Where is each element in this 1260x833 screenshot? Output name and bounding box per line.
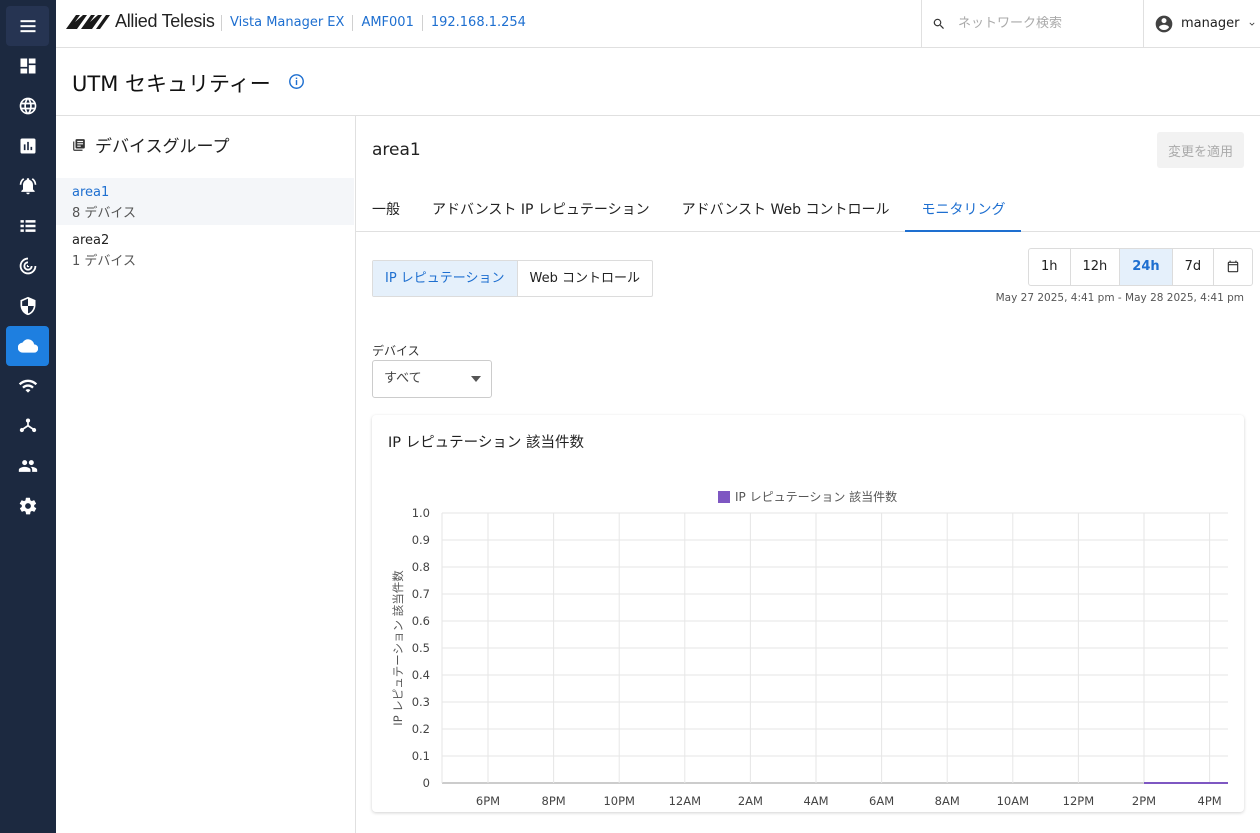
- y-axis-label: IP レピュテーション 該当件数: [391, 570, 405, 726]
- y-tick-label: 1.0: [412, 506, 430, 520]
- cloud-icon[interactable]: [6, 326, 49, 366]
- device-label: デバイス: [372, 344, 420, 358]
- dashboard-icon[interactable]: [6, 46, 49, 86]
- globe-icon[interactable]: [6, 86, 49, 126]
- group-title: area1: [372, 140, 421, 160]
- group-name: area1: [72, 185, 110, 200]
- y-tick-label: 0.7: [412, 587, 430, 601]
- y-tick-label: 0.2: [412, 722, 430, 736]
- breadcrumb-area[interactable]: AMF001: [352, 15, 421, 31]
- device-select-value: すべて: [384, 371, 422, 386]
- info-icon[interactable]: [288, 73, 305, 90]
- brand-logo[interactable]: Allied Telesis: [64, 11, 215, 32]
- page-title: UTM セキュリティー: [72, 72, 271, 96]
- chevron-down-icon: [1249, 22, 1255, 26]
- brand-name: Allied Telesis: [115, 11, 215, 31]
- search-icon: [933, 18, 944, 29]
- apply-changes-button[interactable]: 変更を適用: [1157, 132, 1244, 168]
- breadcrumb: Vista Manager EX AMF001 192.168.1.254: [221, 15, 534, 31]
- ip-reputation-chart: 1.0 0.9 0.8 0.7 0.6 0.5 0.4 0.3 0.2 0.1 0 6PM 8PM 10P…: [391, 489, 1228, 808]
- x-tick-label: 4AM: [803, 794, 828, 808]
- legend-swatch: [718, 491, 730, 503]
- y-tick-label: 0: [423, 776, 430, 790]
- chart-card-title: IP レピュテーション 該当件数: [388, 435, 584, 451]
- time-range-selector: 1h 12h 24h 7d: [1028, 248, 1254, 286]
- range-24h-button[interactable]: 24h: [1119, 249, 1172, 285]
- x-tick-label: 12AM: [669, 794, 701, 808]
- menu-icon[interactable]: [6, 6, 49, 46]
- calendar-icon: [1227, 260, 1239, 272]
- list-icon[interactable]: [6, 206, 49, 246]
- device-group-item-area2[interactable]: area2 1 デバイス: [56, 226, 354, 273]
- group-name: area2: [72, 233, 110, 248]
- legend-label: IP レピュテーション 該当件数: [735, 489, 897, 504]
- y-tick-label: 0.4: [412, 668, 430, 682]
- y-tick-label: 0.1: [412, 749, 430, 763]
- x-tick-label: 8PM: [542, 794, 566, 808]
- ip-reputation-toggle[interactable]: IP レピュテーション: [373, 261, 518, 296]
- device-group-panel: デバイスグループ area1 8 デバイス area2 1 デバイス: [56, 116, 356, 833]
- y-tick-label: 0.5: [412, 641, 430, 655]
- range-1h-button[interactable]: 1h: [1029, 249, 1070, 285]
- tab-ip-reputation[interactable]: アドバンスト IP レピュテーション: [416, 192, 666, 232]
- x-tick-label: 8AM: [935, 794, 960, 808]
- x-tick-label: 6AM: [869, 794, 894, 808]
- monitor-type-toggle: IP レピュテーション Web コントロール: [372, 260, 654, 297]
- x-tick-label: 10AM: [997, 794, 1029, 808]
- topology-icon[interactable]: [6, 406, 49, 446]
- time-range-text: May 27 2025, 4:41 pm - May 28 2025, 4:41…: [995, 292, 1244, 304]
- network-search: [921, 0, 1143, 47]
- x-tick-label: 4PM: [1198, 794, 1222, 808]
- search-input[interactable]: [958, 16, 1138, 31]
- page-header: UTM セキュリティー: [56, 48, 1260, 116]
- y-tick-label: 0.8: [412, 560, 430, 574]
- breadcrumb-product[interactable]: Vista Manager EX: [221, 15, 352, 31]
- dropdown-arrow-icon: [471, 376, 481, 382]
- tab-general[interactable]: 一般: [356, 192, 416, 232]
- shield-icon[interactable]: [6, 286, 49, 326]
- top-header: Allied Telesis Vista Manager EX AMF001 1…: [56, 0, 1260, 48]
- x-tick-label: 12PM: [1063, 794, 1095, 808]
- range-7d-button[interactable]: 7d: [1171, 249, 1214, 285]
- chart-icon[interactable]: [6, 126, 49, 166]
- calendar-button[interactable]: [1213, 249, 1252, 285]
- device-group-title: デバイスグループ: [95, 137, 230, 157]
- library-icon: [73, 138, 85, 151]
- tab-bar: 一般 アドバンスト IP レピュテーション アドバンスト Web コントロール …: [356, 192, 1260, 232]
- x-tick-label: 10PM: [603, 794, 635, 808]
- gear-icon[interactable]: [6, 486, 49, 526]
- y-tick-label: 0.3: [412, 695, 430, 709]
- tab-monitoring[interactable]: モニタリング: [905, 192, 1022, 232]
- device-select[interactable]: すべて: [372, 360, 492, 398]
- device-group-item-area1[interactable]: area1 8 デバイス: [56, 178, 354, 225]
- users-icon[interactable]: [6, 446, 49, 486]
- breadcrumb-address[interactable]: 192.168.1.254: [421, 15, 534, 31]
- allied-telesis-mark-icon: [66, 14, 110, 29]
- tab-web-control[interactable]: アドバンスト Web コントロール: [666, 192, 906, 232]
- chart-card: IP レピュテーション 該当件数 1.0 0.9 0.8 0.7 0.6 0.5 0.4 0.…: [372, 415, 1244, 812]
- x-tick-label: 6PM: [476, 794, 500, 808]
- device-group-heading: デバイスグループ: [72, 132, 229, 157]
- web-control-toggle[interactable]: Web コントロール: [518, 261, 652, 296]
- side-navigation: [0, 0, 56, 833]
- x-tick-label: 2AM: [738, 794, 763, 808]
- y-tick-label: 0.9: [412, 533, 430, 547]
- main-content: area1 変更を適用 一般 アドバンスト IP レピュテーション アドバンスト…: [356, 116, 1260, 833]
- radar-icon[interactable]: [6, 246, 49, 286]
- account-icon: [1155, 15, 1173, 32]
- wifi-icon[interactable]: [6, 366, 49, 406]
- group-device-count: 8 デバイス: [72, 206, 137, 221]
- user-menu[interactable]: manager: [1143, 0, 1260, 47]
- alarm-icon[interactable]: [6, 166, 49, 206]
- group-device-count: 1 デバイス: [72, 254, 137, 269]
- range-12h-button[interactable]: 12h: [1069, 249, 1120, 285]
- x-tick-label: 2PM: [1132, 794, 1156, 808]
- y-tick-label: 0.6: [412, 614, 430, 628]
- user-name: manager: [1181, 16, 1240, 31]
